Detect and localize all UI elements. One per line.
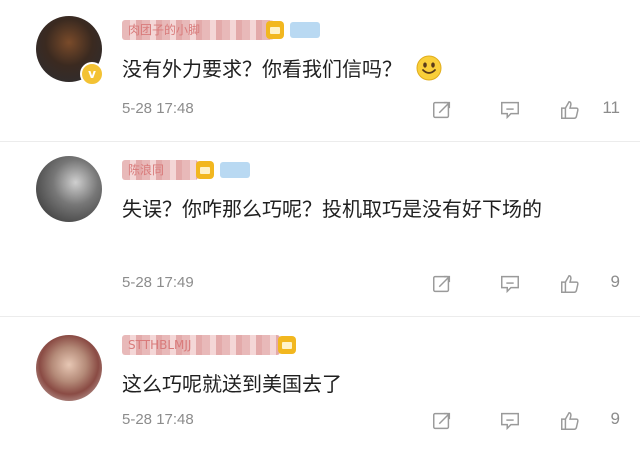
level-badge-icon: [220, 162, 250, 178]
comment-actions: 9: [390, 270, 620, 298]
reply-button[interactable]: [496, 270, 524, 298]
like-count: 9: [610, 272, 620, 291]
reply-icon: [501, 275, 519, 294]
username[interactable]: STTHBLMJJ: [122, 335, 280, 355]
like-count: 11: [602, 98, 620, 117]
level-badge-icon: [290, 22, 320, 38]
avatar[interactable]: [36, 335, 102, 401]
forward-button[interactable]: [428, 270, 456, 298]
comment-item: v 肉团子的小脚 没有外力要求？你看我们信吗？ 5-28 17:48 11: [0, 0, 640, 142]
comment-timestamp: 5-28 17:48: [122, 100, 194, 117]
thumbs-up-icon: [561, 275, 579, 293]
comment-actions: 11: [390, 96, 620, 124]
username[interactable]: 肉团子的小脚: [122, 20, 274, 40]
like-button[interactable]: [556, 407, 584, 435]
smile-emoji-icon: [416, 55, 442, 81]
vip-crown-icon: [196, 161, 214, 179]
reply-icon: [501, 101, 519, 120]
like-count: 9: [610, 409, 620, 428]
comment-text-content: 没有外力要求？你看我们信吗？: [122, 57, 402, 81]
like-button[interactable]: [556, 96, 584, 124]
forward-icon: [433, 101, 451, 119]
comment-timestamp: 5-28 17:49: [122, 274, 194, 291]
comment-actions: 9: [390, 407, 620, 435]
username[interactable]: 陈浪同: [122, 160, 198, 180]
comment-item: 陈浪同 失误？你咋那么巧呢？投机取巧是没有好下场的 5-28 17:49 9: [0, 142, 640, 317]
forward-icon: [433, 275, 451, 293]
comment-text: 失误？你咋那么巧呢？投机取巧是没有好下场的: [122, 197, 542, 221]
comment-timestamp: 5-28 17:48: [122, 411, 194, 428]
forward-button[interactable]: [428, 96, 456, 124]
reply-button[interactable]: [496, 96, 524, 124]
verified-badge-icon: v: [80, 62, 104, 86]
comment-text: 这么巧呢就送到美国去了: [122, 372, 342, 396]
thumbs-up-icon: [561, 101, 579, 119]
reply-icon: [501, 412, 519, 431]
like-button[interactable]: [556, 270, 584, 298]
avatar[interactable]: [36, 156, 102, 222]
reply-button[interactable]: [496, 407, 524, 435]
vip-crown-icon: [278, 336, 296, 354]
comment-list: v 肉团子的小脚 没有外力要求？你看我们信吗？ 5-28 17:48 11 陈浪…: [0, 0, 640, 452]
vip-crown-icon: [266, 21, 284, 39]
thumbs-up-icon: [561, 412, 579, 430]
forward-button[interactable]: [428, 407, 456, 435]
comment-text: 没有外力要求？你看我们信吗？: [122, 52, 602, 86]
forward-icon: [433, 412, 451, 430]
comment-item: STTHBLMJJ 这么巧呢就送到美国去了 5-28 17:48 9: [0, 317, 640, 452]
